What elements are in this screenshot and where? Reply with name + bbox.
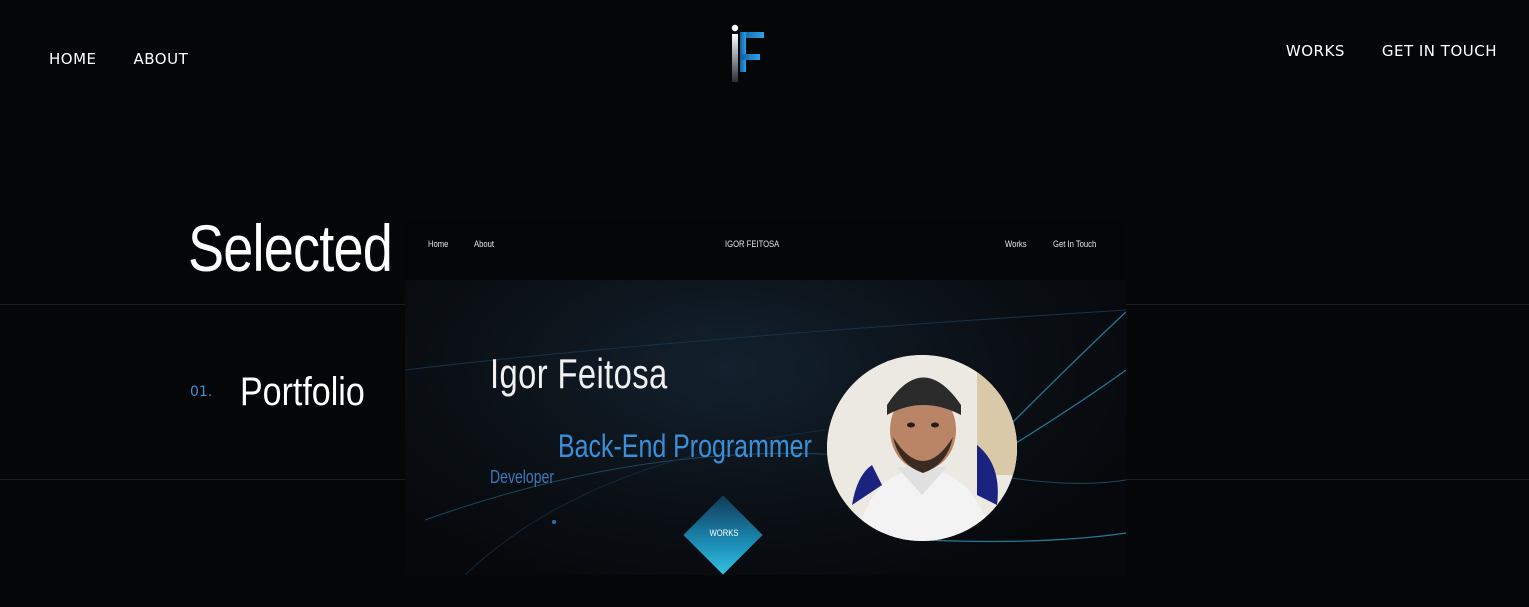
preview-nav-home: Home [428,239,449,249]
preview-name: Igor Feitosa [490,350,668,397]
nav-about-link[interactable]: ABOUT [134,50,189,68]
nav-left: HOME ABOUT [49,50,188,68]
site-logo[interactable] [728,24,768,84]
work-title: Portfolio [240,370,365,414]
profile-photo [827,355,1017,541]
preview-nav-brand: IGOR FEITOSA [725,239,780,249]
nav-get-in-touch-link[interactable]: GET IN TOUCH [1382,42,1497,60]
nav-home-link[interactable]: HOME [49,50,97,68]
preview-nav-contact: Get In Touch [1053,239,1097,249]
profile-photo-icon [827,355,1017,541]
work-preview-image: Home About IGOR FEITOSA Works Get In Tou… [405,220,1126,575]
preview-subtitle: Developer [490,467,554,487]
preview-role: Back-End Programmer [558,428,812,464]
preview-works-button-label: WORKS [709,528,739,538]
nav-works-link[interactable]: WORKS [1286,42,1345,60]
preview-nav-works: Works [1005,239,1027,249]
if-monogram-logo-icon [731,24,764,82]
preview-nav-about: About [474,239,495,249]
nav-right: WORKS GET IN TOUCH [1286,42,1497,60]
section-title: Selected [188,211,393,285]
work-number: 01. [190,384,213,400]
